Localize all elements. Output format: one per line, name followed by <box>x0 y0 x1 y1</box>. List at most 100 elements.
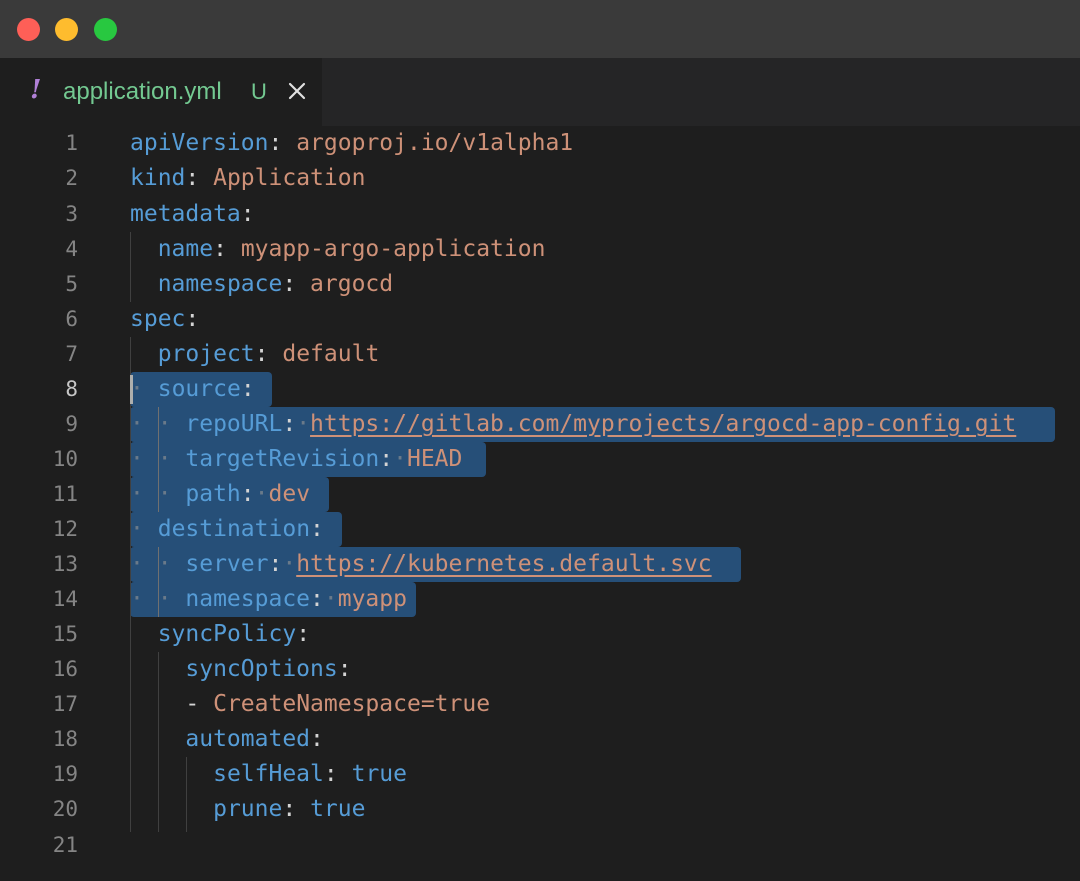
yaml-colon: : <box>240 481 255 507</box>
line-number: 13 <box>52 552 78 576</box>
yaml-colon: : <box>268 551 283 577</box>
tab-filename: application.yml <box>63 78 222 105</box>
code-line[interactable]: name: myapp-argo-application <box>130 232 546 267</box>
yaml-boolean: true <box>351 761 407 787</box>
yaml-colon: : <box>282 271 297 297</box>
minimize-window-button[interactable] <box>55 18 78 41</box>
yaml-colon: : <box>282 796 297 822</box>
yaml-colon: : <box>310 726 324 752</box>
yaml-key: source <box>157 376 241 402</box>
line-number: 11 <box>52 482 78 506</box>
yaml-value: myapp-argo-application <box>240 236 546 262</box>
code-line[interactable]: · source: <box>130 372 255 407</box>
line-number: 20 <box>52 797 78 821</box>
code-line[interactable]: · destination: <box>130 512 324 547</box>
yaml-key: automated <box>185 726 311 752</box>
tab-bar: ! application.yml U <box>0 58 1080 126</box>
code-line[interactable]: · · targetRevision:·HEAD <box>130 442 462 477</box>
line-number: 4 <box>65 237 78 261</box>
yaml-key: spec <box>130 306 186 332</box>
code-line[interactable]: - CreateNamespace=true <box>130 687 490 722</box>
line-number: 21 <box>52 833 78 857</box>
code-line[interactable]: kind: Application <box>130 161 365 196</box>
yaml-colon: : <box>323 761 338 787</box>
yaml-key: project <box>157 341 255 367</box>
code-line[interactable]: · · repoURL:·https://gitlab.com/myprojec… <box>130 407 1016 442</box>
close-window-button[interactable] <box>17 18 40 41</box>
yaml-colon: : <box>282 411 297 437</box>
line-number-active: 8 <box>65 377 78 401</box>
code-line[interactable]: automated: <box>130 722 324 757</box>
editor-window: ! application.yml U 1 2 3 4 5 6 7 8 9 10… <box>0 0 1080 881</box>
line-number: 2 <box>65 166 78 190</box>
zoom-window-button[interactable] <box>94 18 117 41</box>
yaml-key: prune <box>213 796 283 822</box>
yaml-colon: : <box>379 446 394 472</box>
code-line[interactable]: syncOptions: <box>130 652 352 687</box>
line-number: 6 <box>65 307 78 331</box>
code-line[interactable]: prune: true <box>130 792 365 827</box>
yaml-colon: : <box>337 656 352 682</box>
yaml-value: argocd <box>310 271 394 297</box>
line-number: 12 <box>52 517 78 541</box>
code-line[interactable]: apiVersion: argoproj.io/v1alpha1 <box>130 126 573 161</box>
code-line[interactable]: spec: <box>130 302 199 337</box>
code-line[interactable]: · · path:·dev <box>130 477 310 512</box>
line-number: 9 <box>65 412 78 436</box>
yaml-dash: - <box>185 691 200 717</box>
code-line[interactable]: metadata: <box>130 197 255 232</box>
yaml-key: syncOptions <box>185 656 338 682</box>
yaml-key: targetRevision <box>185 446 380 472</box>
code-line[interactable]: syncPolicy: <box>130 617 310 652</box>
line-number: 1 <box>65 131 78 155</box>
close-icon[interactable] <box>284 78 310 104</box>
line-number: 10 <box>52 447 78 471</box>
server-url-link[interactable]: https://kubernetes.default.svc <box>296 551 711 577</box>
yaml-colon: : <box>240 376 255 402</box>
line-number: 7 <box>65 342 78 366</box>
yaml-key: repoURL <box>185 411 283 437</box>
line-number: 16 <box>52 657 78 681</box>
yaml-file-icon: ! <box>30 75 42 105</box>
tab-application-yml[interactable]: ! application.yml U <box>0 58 322 126</box>
yaml-key: namespace <box>185 586 311 612</box>
yaml-colon: : <box>185 306 200 332</box>
yaml-value: myapp <box>337 586 407 612</box>
yaml-value: argoproj.io/v1alpha1 <box>296 130 574 156</box>
yaml-colon: : <box>296 621 311 647</box>
line-number: 15 <box>52 622 78 646</box>
code-line[interactable]: selfHeal: true <box>130 757 407 792</box>
code-line[interactable]: · · namespace:·myapp <box>130 582 407 617</box>
yaml-key: selfHeal <box>213 761 324 787</box>
code-line[interactable]: project: default <box>130 337 380 372</box>
untracked-status-badge: U <box>251 79 267 104</box>
yaml-value: HEAD <box>406 446 463 472</box>
repo-url-link[interactable]: https://gitlab.com/myprojects/argocd-app… <box>310 411 1016 437</box>
code-line[interactable]: namespace: argocd <box>130 267 393 302</box>
title-bar <box>0 0 1080 59</box>
yaml-colon: : <box>310 516 324 542</box>
yaml-key: kind <box>130 165 186 191</box>
yaml-colon: : <box>310 586 324 612</box>
yaml-key: name <box>157 236 214 262</box>
yaml-value: CreateNamespace=true <box>213 691 491 717</box>
yaml-boolean: true <box>310 796 366 822</box>
line-number: 5 <box>65 272 78 296</box>
line-number: 18 <box>52 727 78 751</box>
yaml-key: namespace <box>157 271 283 297</box>
yaml-colon: : <box>213 236 227 262</box>
yaml-colon: : <box>268 130 283 156</box>
yaml-key: syncPolicy <box>157 621 297 647</box>
yaml-colon: : <box>254 341 269 367</box>
yaml-value: dev <box>268 481 311 507</box>
yaml-key: path <box>185 481 241 507</box>
code-line[interactable]: · · server:·https://kubernetes.default.s… <box>130 547 712 582</box>
yaml-key: server <box>185 551 269 577</box>
code-editor[interactable]: 1 2 3 4 5 6 7 8 9 10 11 12 13 14 15 16 1… <box>0 126 1080 881</box>
line-number: 3 <box>65 202 78 226</box>
yaml-value: Application <box>213 165 366 191</box>
line-number: 19 <box>52 762 78 786</box>
line-number: 17 <box>52 692 78 716</box>
yaml-value: default <box>282 341 380 367</box>
yaml-key: destination <box>157 516 311 542</box>
